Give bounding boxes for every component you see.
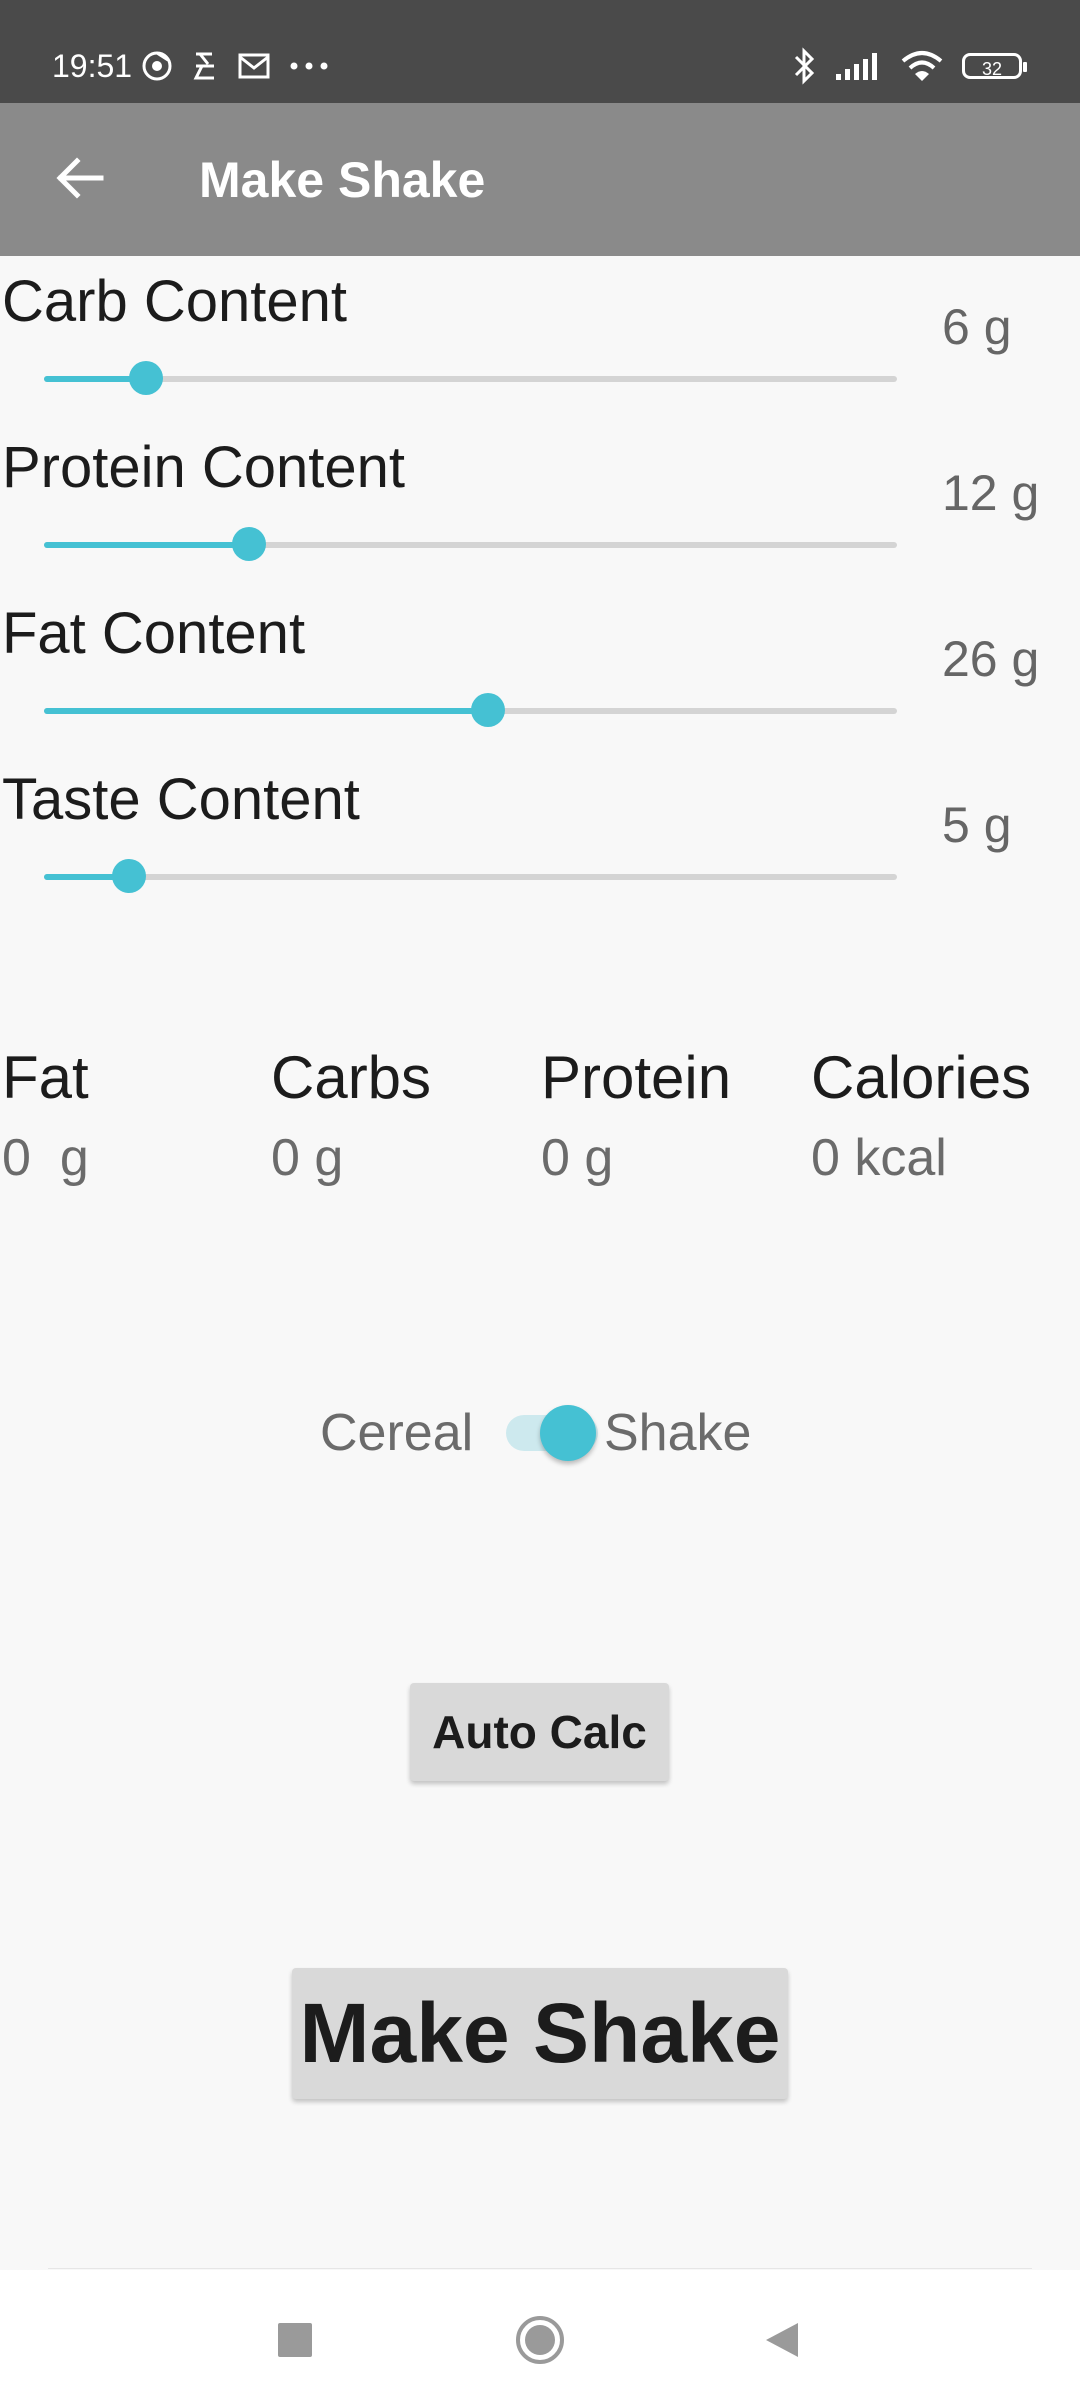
more-dots-icon <box>290 62 328 70</box>
shake-label: Shake <box>604 1404 752 1462</box>
mail-icon <box>238 53 270 79</box>
fat-content-slider[interactable] <box>44 693 897 727</box>
taste-content-value: 5 g <box>942 797 1012 853</box>
cereal-label: Cereal <box>320 1404 474 1462</box>
back-triangle-icon <box>766 2323 798 2357</box>
make-shake-button[interactable]: Make Shake <box>292 1968 788 2099</box>
back-nav-button[interactable] <box>742 2300 822 2380</box>
battery-icon: 32 <box>962 53 1027 79</box>
bottom-divider <box>48 2268 1032 2269</box>
cereal-shake-switch[interactable] <box>506 1405 598 1461</box>
square-icon <box>278 2323 312 2357</box>
back-button[interactable] <box>40 138 120 218</box>
auto-calc-button[interactable]: Auto Calc <box>410 1683 669 1781</box>
wifi-icon <box>901 51 943 81</box>
carb-content-label: Carb Content <box>2 269 347 334</box>
protein-content-label: Protein Content <box>2 435 406 500</box>
fat-content-value: 26 g <box>942 631 1040 687</box>
calories-header: Calories <box>811 1044 1032 1111</box>
protein-content-slider[interactable] <box>44 527 897 561</box>
status-bar: 19:51 32 <box>0 0 1080 103</box>
bluetooth-icon <box>794 47 815 85</box>
slider-fill <box>44 542 249 548</box>
calories-value: 0 kcal <box>811 1129 947 1187</box>
home-button[interactable] <box>500 2300 580 2380</box>
system-nav-bar <box>0 2270 1080 2400</box>
fat-content-label: Fat Content <box>2 601 306 666</box>
carb-content-slider[interactable] <box>44 361 897 395</box>
slider-thumb[interactable] <box>129 361 164 395</box>
slider-thumb[interactable] <box>112 859 147 893</box>
status-time: 19:51 <box>52 48 133 84</box>
page-title: Make Shake <box>199 152 486 208</box>
taste-content-slider[interactable] <box>44 859 897 893</box>
fat-value: 0 g <box>2 1129 89 1187</box>
recents-button[interactable] <box>255 2300 335 2380</box>
slider-fill <box>44 708 488 714</box>
app-toolbar: Make Shake <box>0 103 1080 256</box>
arrow-left-icon <box>56 157 104 199</box>
slider-thumb[interactable] <box>470 693 505 727</box>
carb-content-value: 6 g <box>942 299 1012 355</box>
chrome-icon <box>142 51 172 81</box>
slider-thumb[interactable] <box>231 527 266 561</box>
protein-header: Protein <box>541 1044 732 1111</box>
home-circle-icon <box>516 2316 564 2364</box>
switch-thumb <box>540 1405 596 1461</box>
protein-value: 0 g <box>541 1129 614 1187</box>
carbs-value: 0 g <box>271 1129 344 1187</box>
fat-header: Fat <box>2 1044 89 1111</box>
status-notification-icons <box>142 46 330 86</box>
protein-content-value: 12 g <box>942 465 1040 521</box>
carbs-header: Carbs <box>271 1044 432 1111</box>
cellular-signal-icon <box>836 53 877 80</box>
status-system-icons: 32 <box>792 44 1027 88</box>
taste-content-label: Taste Content <box>2 767 360 832</box>
signal-app-icon <box>193 52 214 80</box>
